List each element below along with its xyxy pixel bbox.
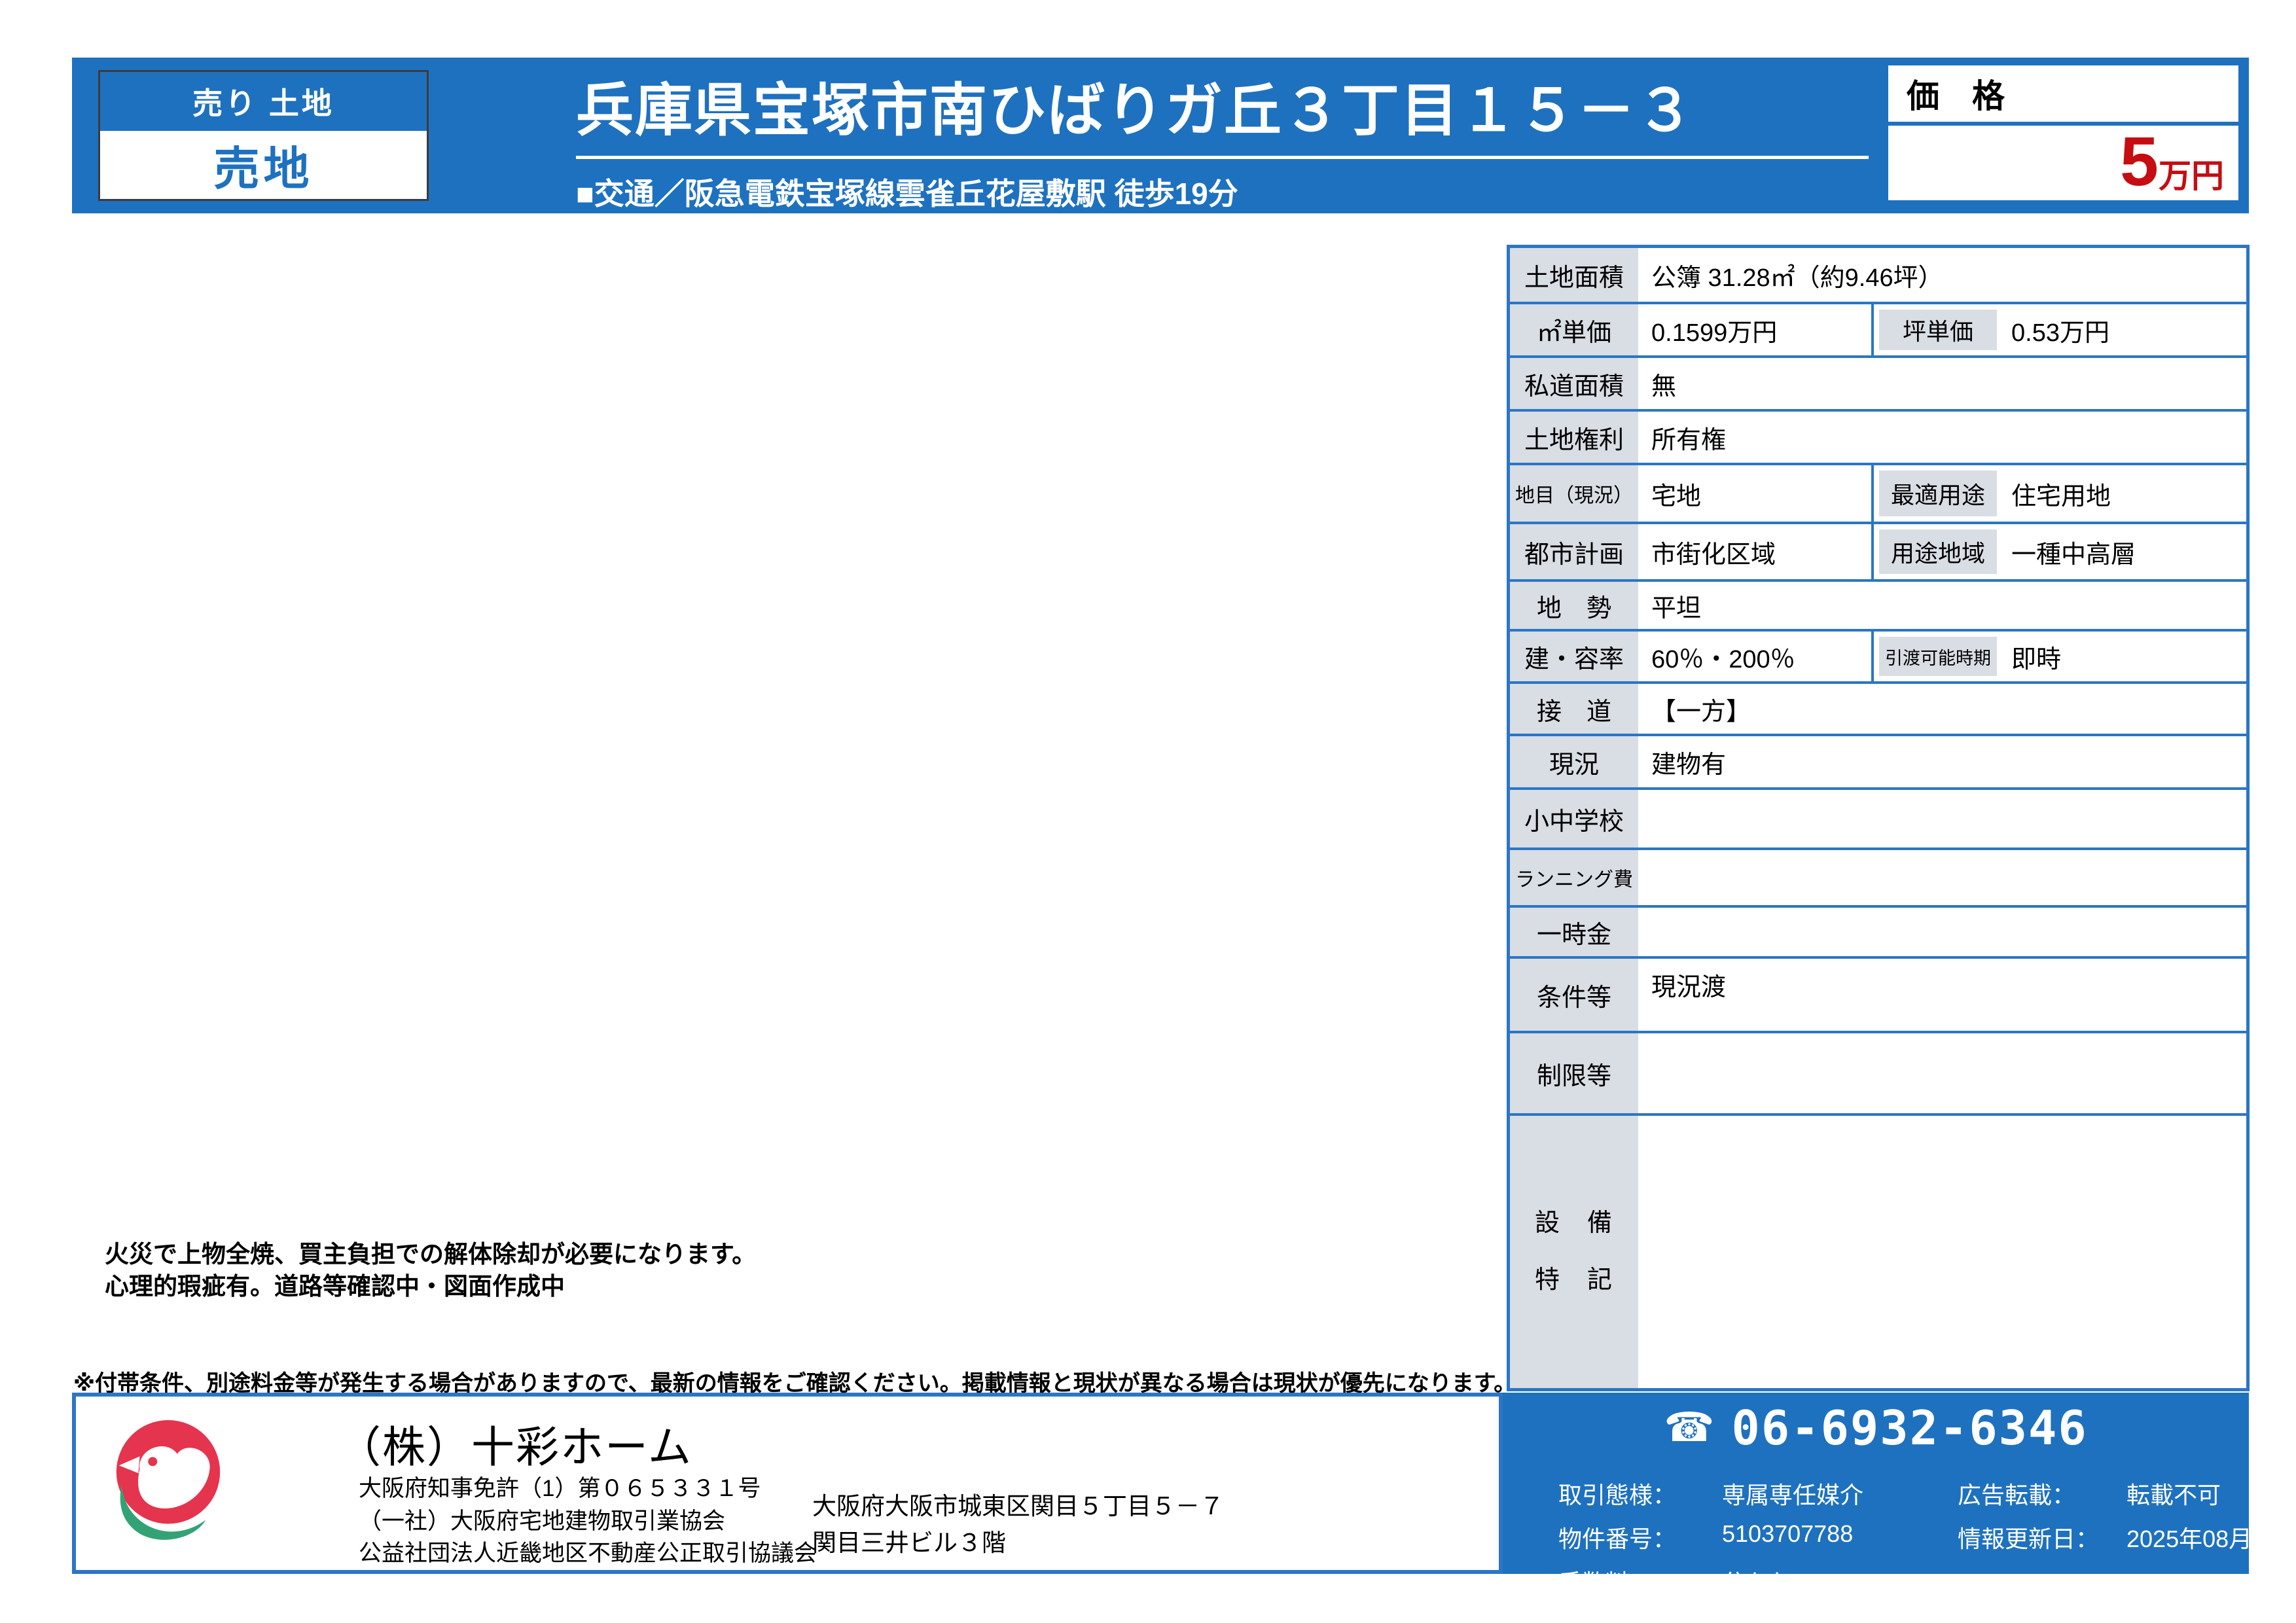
price-unit: 万円 xyxy=(2159,160,2224,192)
row-label: 引渡可能時期 xyxy=(1874,632,2002,681)
info-value: 専属専任媒介 xyxy=(1722,1476,1863,1510)
telephone-icon: ☎ xyxy=(1664,1408,1714,1448)
row-label: 最適用途 xyxy=(1874,465,2002,522)
info-line: 広告転載： 転載不可 xyxy=(1958,1476,2296,1510)
row-label: 小中学校 xyxy=(1510,790,1638,847)
row-value: 平坦 xyxy=(1638,582,2246,629)
row-value: 【一方】 xyxy=(1638,684,2246,734)
price-box: 価 格 5 万円 xyxy=(1888,65,2238,200)
flyer-header: 売り 土地 売地 兵庫県宝塚市南ひばりガ丘３丁目１５－３ ■交通／阪急電鉄宝塚線… xyxy=(72,58,2249,213)
row-value: 60％・200％ xyxy=(1638,632,1874,681)
row-value: 住宅用地 xyxy=(2002,465,2246,522)
table-row: 一時金 xyxy=(1510,905,2246,956)
row-value: 無 xyxy=(1638,358,2246,409)
row-value xyxy=(1638,1033,2246,1113)
table-row: 都市計画 市街化区域 用途地域 一種中高層 xyxy=(1510,522,2246,579)
row-value xyxy=(1638,790,2246,847)
info-value: 2025年08月04日 xyxy=(2126,1520,2296,1554)
transaction-info-column: 取引態様： 専属専任媒介 物件番号： 5103707788 手数料 ： 分かれ xyxy=(1558,1476,1863,1598)
company-address: 大阪府大阪市城東区関目５丁目５－７ 関目三井ビル３階 xyxy=(812,1488,1224,1561)
row-label: 設 備 特 記 xyxy=(1510,1116,1638,1388)
agency-logo-icon xyxy=(103,1418,233,1547)
company-name: （株）十彩ホーム xyxy=(338,1412,692,1475)
publication-info-column: 広告転載： 転載不可 情報更新日： 2025年08月04日 xyxy=(1958,1476,2296,1554)
row-value: 0.53万円 xyxy=(2002,304,2246,355)
row-label: 私道面積 xyxy=(1510,358,1638,409)
row-value: 公簿 31.28㎡（約9.46坪） xyxy=(1638,248,2246,302)
row-label: 建・容率 xyxy=(1510,632,1638,681)
table-row: 私道面積 無 xyxy=(1510,355,2246,409)
row-label: 坪単価 xyxy=(1874,304,2002,355)
price-value: 5 万円 xyxy=(1888,126,2238,199)
sale-type-label: 売地 xyxy=(100,131,427,199)
property-address-title: 兵庫県宝塚市南ひばりガ丘３丁目１５－３ xyxy=(576,64,1695,147)
row-value: 宅地 xyxy=(1638,465,1874,522)
row-value xyxy=(1638,850,2246,905)
row-label: 条件等 xyxy=(1510,959,1638,1031)
row-label: ㎡単価 xyxy=(1510,304,1638,355)
row-label: 土地面積 xyxy=(1510,248,1638,302)
table-row: ㎡単価 0.1599万円 坪単価 0.53万円 xyxy=(1510,302,2246,355)
row-label: 地目（現況） xyxy=(1510,465,1638,522)
row-label: 接 道 xyxy=(1510,684,1638,734)
info-label: 物件番号： xyxy=(1558,1520,1722,1554)
table-row: 制限等 xyxy=(1510,1031,2246,1113)
table-row: 土地面積 公簿 31.28㎡（約9.46坪） xyxy=(1510,248,2246,302)
table-row: 条件等 現況渡 xyxy=(1510,956,2246,1031)
info-label: 手数料 ： xyxy=(1558,1564,1722,1598)
info-line: 情報更新日： 2025年08月04日 xyxy=(1958,1520,2296,1554)
license-info: 大阪府知事免許（1）第０６５３３１号 （一社）大阪府宅地建物取引業協会 公益社団… xyxy=(359,1472,817,1570)
sale-category-label: 売り 土地 xyxy=(100,72,427,131)
sale-type-badge: 売り 土地 売地 xyxy=(98,70,429,201)
phone-row: ☎ 06-6932-6346 xyxy=(1503,1393,2249,1455)
info-line: 取引態様： 専属専任媒介 xyxy=(1558,1476,1863,1510)
table-row: 土地権利 所有権 xyxy=(1510,409,2246,463)
table-row: 小中学校 xyxy=(1510,787,2246,847)
transport-access-line: ■交通／阪急電鉄宝塚線雲雀丘花屋敷駅 徒歩19分 xyxy=(576,170,1238,213)
contact-info-box: ☎ 06-6932-6346 取引態様： 専属専任媒介 物件番号： 510370… xyxy=(1503,1393,2249,1574)
row-value xyxy=(1638,908,2246,956)
row-label: 地 勢 xyxy=(1510,582,1638,629)
info-value: 転載不可 xyxy=(2126,1476,2221,1510)
property-table: 土地面積 公簿 31.28㎡（約9.46坪） ㎡単価 0.1599万円 坪単価 … xyxy=(1507,245,2250,1391)
price-amount: 5 xyxy=(2120,127,2159,196)
row-label: 都市計画 xyxy=(1510,524,1638,579)
table-row: 設 備 特 記 xyxy=(1510,1113,2246,1388)
table-row: 地 勢 平坦 xyxy=(1510,579,2246,629)
agency-info-box: （株）十彩ホーム 大阪府知事免許（1）第０６５３３１号 （一社）大阪府宅地建物取… xyxy=(72,1393,1503,1574)
table-row: 接 道 【一方】 xyxy=(1510,681,2246,734)
info-label: 広告転載： xyxy=(1958,1476,2126,1510)
info-label: 取引態様： xyxy=(1558,1476,1722,1510)
info-label: 情報更新日： xyxy=(1958,1520,2126,1554)
title-underline xyxy=(576,156,1869,159)
row-value xyxy=(1638,1116,2246,1388)
row-label: ランニング費 xyxy=(1510,850,1638,905)
info-value: 分かれ xyxy=(1722,1564,1793,1598)
table-row: 地目（現況） 宅地 最適用途 住宅用地 xyxy=(1510,463,2246,522)
info-line: 手数料 ： 分かれ xyxy=(1558,1564,1863,1598)
row-value: 建物有 xyxy=(1638,736,2246,787)
row-label: 一時金 xyxy=(1510,908,1638,956)
row-label: 現況 xyxy=(1510,736,1638,787)
table-row: 現況 建物有 xyxy=(1510,734,2246,787)
table-row: 建・容率 60％・200％ 引渡可能時期 即時 xyxy=(1510,629,2246,681)
info-value: 5103707788 xyxy=(1722,1520,1853,1554)
price-label: 価 格 xyxy=(1888,65,2238,122)
info-line: 物件番号： 5103707788 xyxy=(1558,1520,1863,1554)
row-value: 所有権 xyxy=(1638,412,2246,463)
property-notes: 火災で上物全焼、買主負担での解体除却が必要になります。 心理的瑕疵有。道路等確認… xyxy=(105,1239,756,1303)
row-value: 一種中高層 xyxy=(2002,524,2246,579)
row-label: 土地権利 xyxy=(1510,412,1638,463)
property-flyer: 売り 土地 売地 兵庫県宝塚市南ひばりガ丘３丁目１５－３ ■交通／阪急電鉄宝塚線… xyxy=(0,0,2296,1623)
phone-number: 06-6932-6346 xyxy=(1732,1400,2088,1455)
row-label: 制限等 xyxy=(1510,1033,1638,1113)
row-value: 市街化区域 xyxy=(1638,524,1874,579)
row-label: 用途地域 xyxy=(1874,524,2002,579)
table-row: ランニング費 xyxy=(1510,847,2246,905)
row-value: 現況渡 xyxy=(1638,959,2246,1031)
row-value: 0.1599万円 xyxy=(1638,304,1874,355)
row-value: 即時 xyxy=(2002,632,2246,681)
